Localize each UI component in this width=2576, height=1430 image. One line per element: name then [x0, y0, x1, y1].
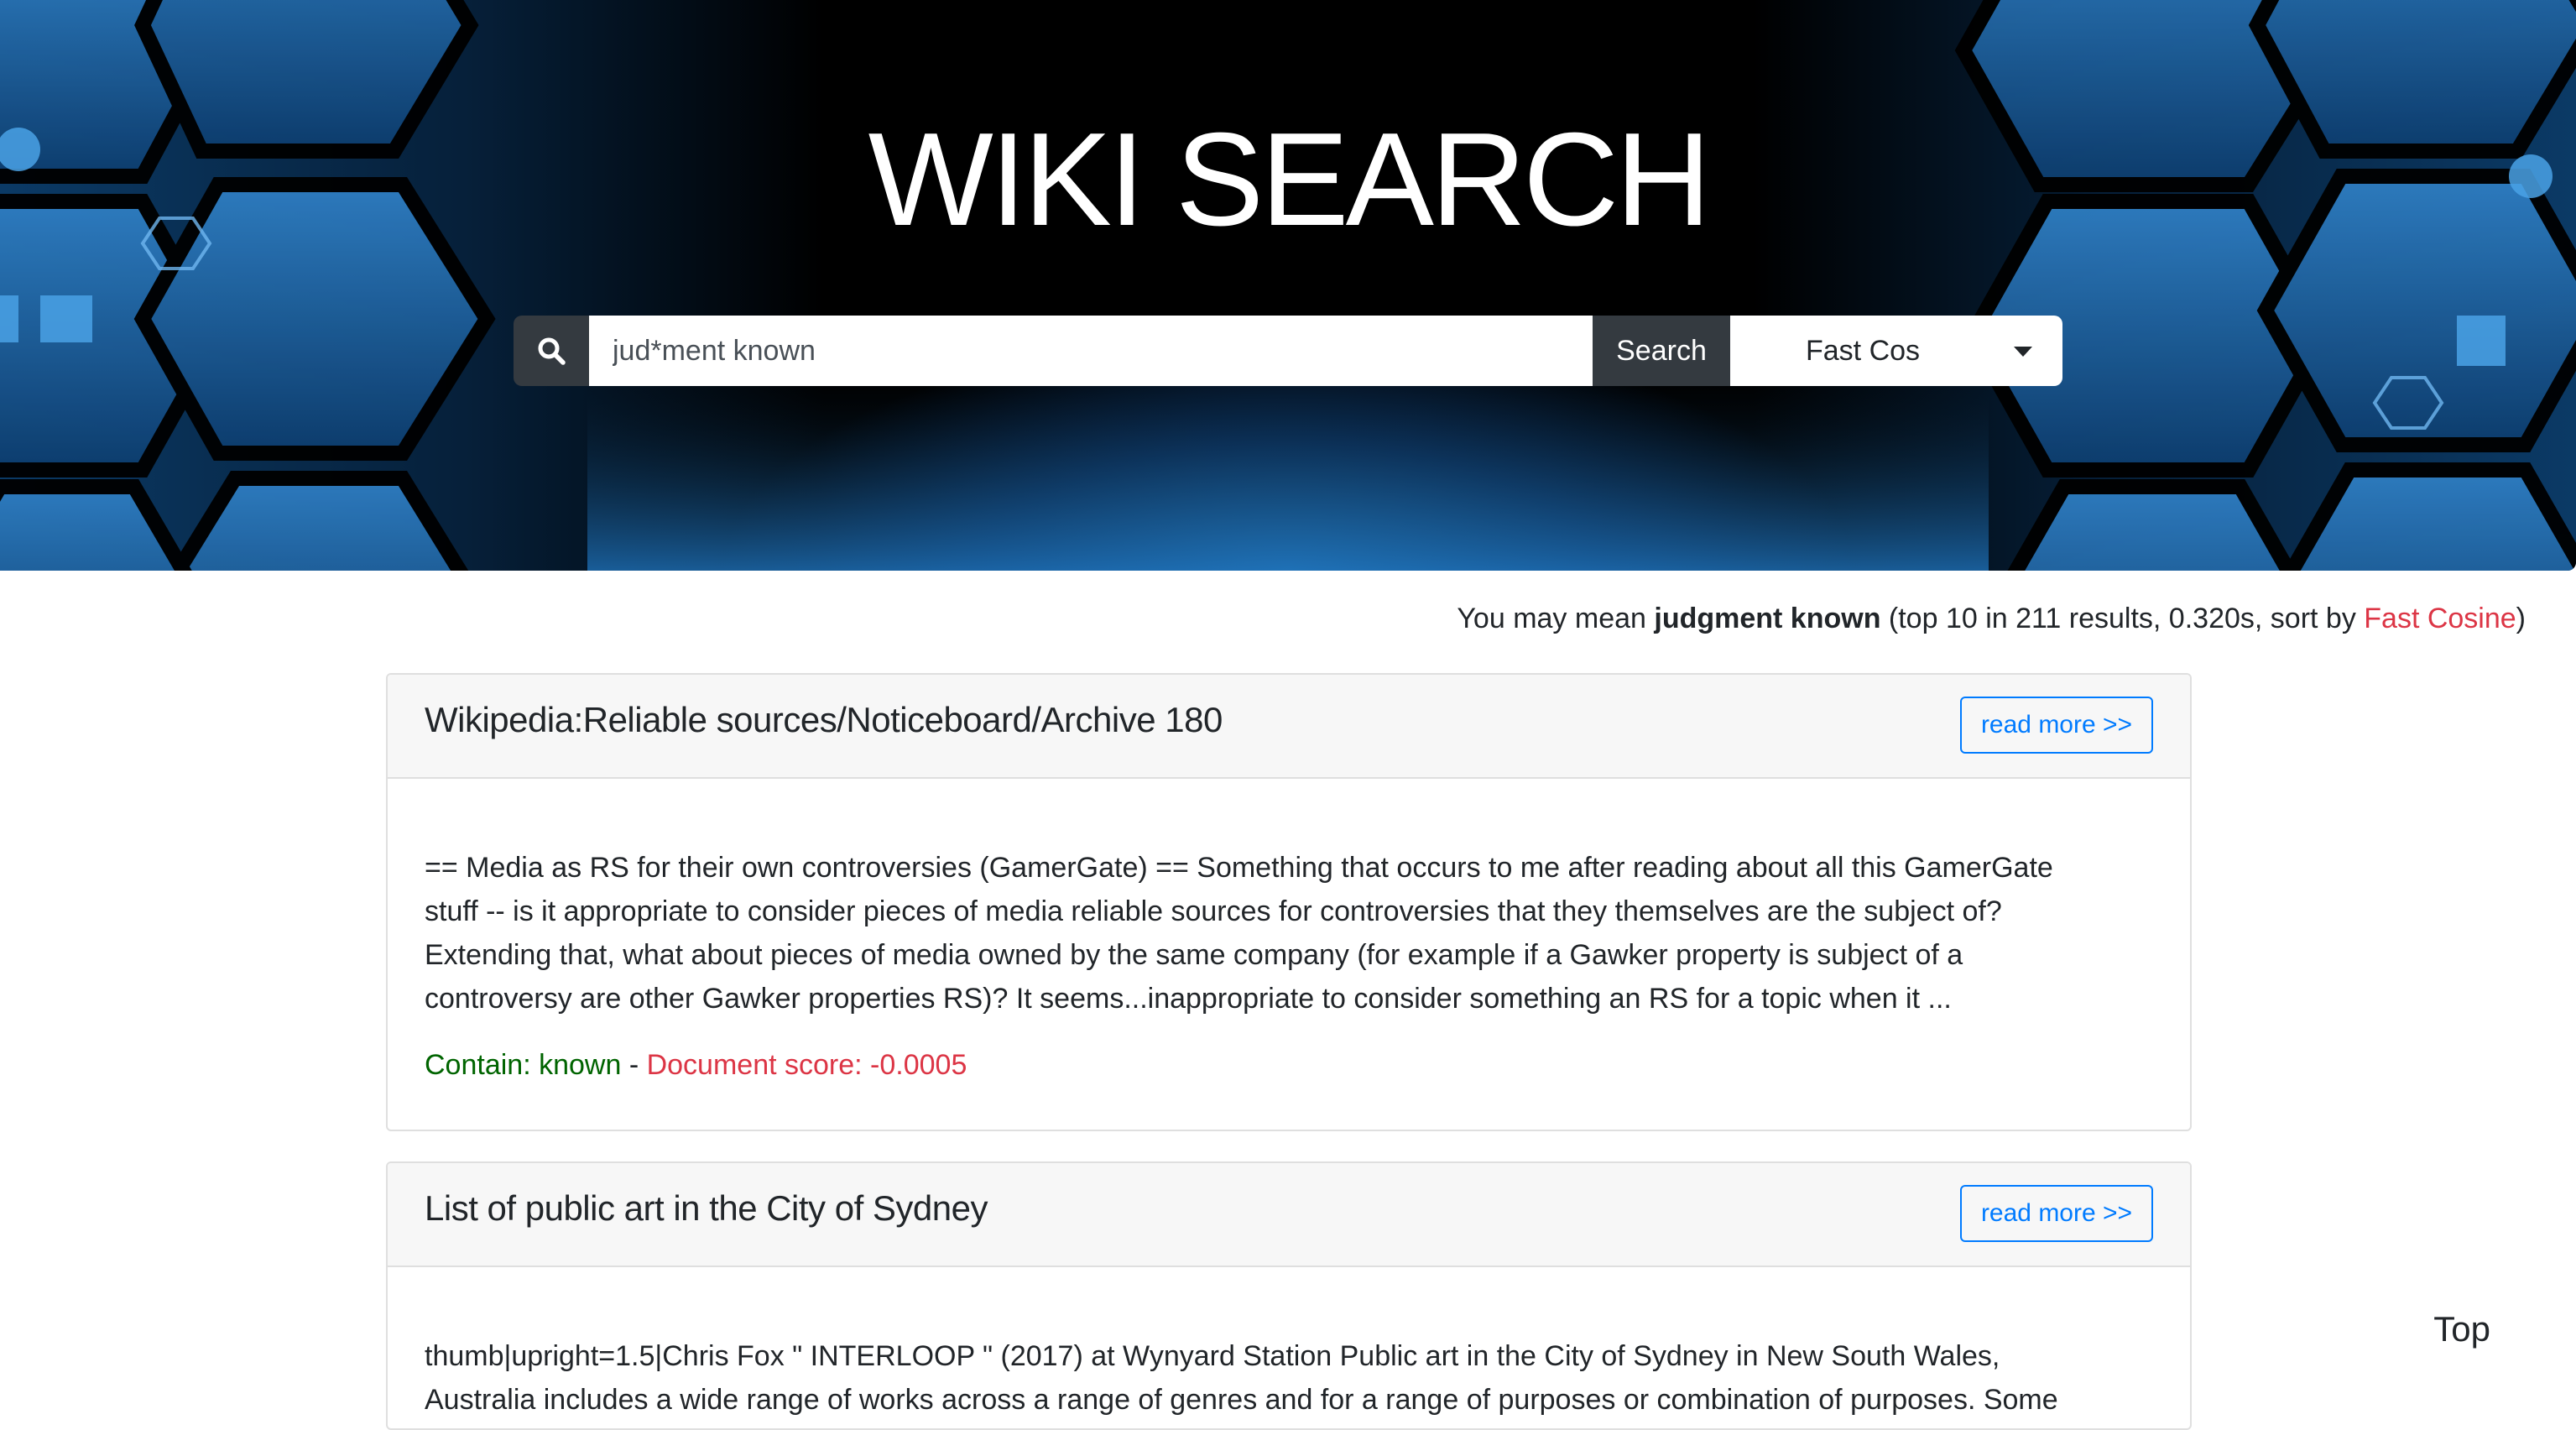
result-snippet-line: Extending that, what about pieces of med…	[425, 939, 1963, 971]
result-snippet-line: stuff -- is it appropriate to consider p…	[425, 895, 2002, 927]
result-card-header: List of public art in the City of Sydney…	[388, 1163, 2190, 1267]
sort-method-select[interactable]: Fast Cos	[1730, 316, 2062, 386]
search-icon[interactable]	[514, 316, 589, 386]
read-more-button[interactable]: read more >>	[1960, 697, 2153, 754]
result-meta-separator: -	[621, 1049, 647, 1081]
result-card-header: Wikipedia:Reliable sources/Noticeboard/A…	[388, 675, 2190, 779]
result-meta: Contain: known - Document score: -0.0005	[425, 1049, 2153, 1082]
result-snippet: thumb|upright=1.5|Chris Fox " INTERLOOP …	[425, 1334, 2153, 1422]
result-card: List of public art in the City of Sydney…	[386, 1161, 2192, 1430]
result-snippet-line: thumb|upright=1.5|Chris Fox " INTERLOOP …	[425, 1340, 2000, 1372]
sort-method-name: Fast Cosine	[2364, 603, 2516, 634]
spelling-suggestion: judgment known	[1654, 603, 1881, 634]
result-contain-terms: Contain: known	[425, 1049, 622, 1081]
result-snippet-line: == Media as RS for their own controversi…	[425, 852, 2053, 884]
page-title: WIKI SEARCH	[868, 106, 1712, 253]
result-snippet-line: Australia includes a wide range of works…	[425, 1384, 2058, 1416]
read-more-button[interactable]: read more >>	[1960, 1185, 2153, 1242]
result-summary: You may mean judgment known (top 10 in 2…	[1457, 603, 2526, 635]
back-to-top-link[interactable]: Top	[2433, 1309, 2490, 1349]
search-button[interactable]: Search	[1593, 316, 1730, 386]
search-bar: Search Fast Cos	[514, 316, 2062, 386]
result-summary-suffix: )	[2516, 603, 2526, 634]
result-card-body: == Media as RS for their own controversi…	[388, 779, 2190, 1082]
result-snippet: == Media as RS for their own controversi…	[425, 846, 2153, 1020]
result-summary-prefix: You may mean	[1457, 603, 1655, 634]
result-summary-stats: (top 10 in 211 results, 0.320s, sort by	[1880, 603, 2365, 634]
result-card: Wikipedia:Reliable sources/Noticeboard/A…	[386, 673, 2192, 1131]
result-snippet-line: controversy are other Gawker properties …	[425, 983, 1952, 1015]
search-input[interactable]	[589, 316, 1593, 386]
chevron-down-icon	[2014, 347, 2032, 357]
hexagon-background-art	[0, 0, 2576, 571]
result-title: List of public art in the City of Sydney	[425, 1188, 988, 1228]
result-title: Wikipedia:Reliable sources/Noticeboard/A…	[425, 700, 1223, 739]
hero-banner: WIKI SEARCH Search Fast Cos	[0, 0, 2576, 571]
result-document-score: Document score: -0.0005	[646, 1049, 967, 1081]
sort-method-selected: Fast Cos	[1806, 334, 1921, 367]
result-card-body: thumb|upright=1.5|Chris Fox " INTERLOOP …	[388, 1267, 2190, 1422]
